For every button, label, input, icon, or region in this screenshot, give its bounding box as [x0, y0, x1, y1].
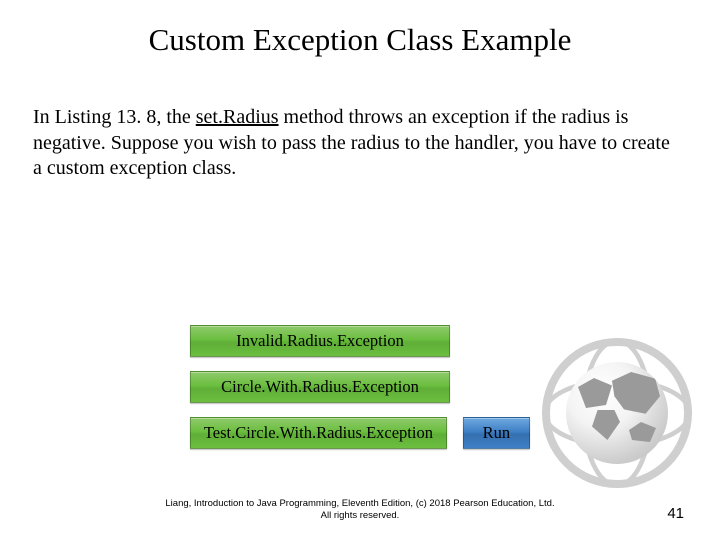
footer-line-2: All rights reserved. [0, 510, 720, 522]
body-text-underlined: set.Radius [196, 106, 279, 128]
slide-title: Custom Exception Class Example [0, 22, 720, 58]
circle-with-radius-exception-button[interactable]: Circle.With.Radius.Exception [190, 371, 450, 403]
run-button[interactable]: Run [463, 417, 530, 449]
button-stack: Invalid.Radius.Exception Circle.With.Rad… [190, 325, 530, 463]
body-paragraph: In Listing 13. 8, the set.Radius method … [33, 105, 673, 182]
invalid-radius-exception-button[interactable]: Invalid.Radius.Exception [190, 325, 450, 357]
page-number: 41 [667, 505, 684, 522]
body-text-pre: In Listing 13. 8, the [33, 106, 196, 128]
globe-icon [542, 338, 692, 488]
footer-line-1: Liang, Introduction to Java Programming,… [0, 498, 720, 510]
test-circle-with-radius-exception-button[interactable]: Test.Circle.With.Radius.Exception [190, 417, 447, 449]
footer-copyright: Liang, Introduction to Java Programming,… [0, 498, 720, 522]
